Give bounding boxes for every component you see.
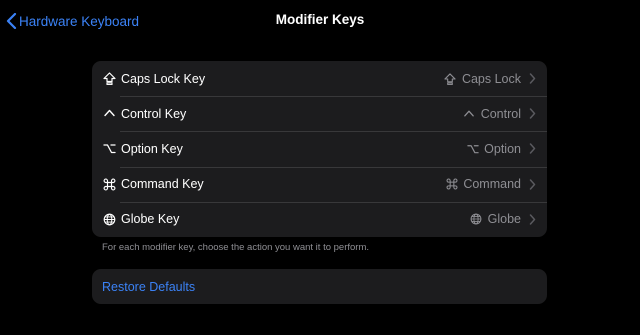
- navigation-bar: Hardware Keyboard Modifier Keys: [0, 0, 640, 42]
- row-label: Command Key: [121, 177, 204, 192]
- row-label: Option Key: [121, 141, 183, 156]
- row-value: Globe: [487, 212, 521, 227]
- row-option-key[interactable]: Option Key Option: [92, 131, 547, 166]
- caps-lock-icon: [444, 72, 457, 85]
- chevron-right-icon: [529, 73, 536, 84]
- chevron-right-icon: [529, 108, 536, 120]
- row-value: Caps Lock: [461, 71, 521, 86]
- option-icon: [102, 142, 116, 156]
- row-caps-lock-key[interactable]: Caps Lock Key Caps Lock: [92, 61, 547, 96]
- modifier-keys-list: Caps Lock Key Caps Lock Control Key Cont…: [92, 61, 547, 237]
- chevron-right-icon: [529, 214, 536, 225]
- chevron-right-icon: [529, 143, 536, 155]
- caps-lock-icon: [102, 72, 116, 86]
- row-label: Control Key: [121, 106, 187, 121]
- control-icon: [102, 107, 116, 121]
- section-footnote: For each modifier key, choose the action…: [102, 242, 370, 253]
- row-label: Globe Key: [121, 212, 180, 227]
- command-icon: [102, 177, 116, 191]
- row-value: Control: [480, 106, 521, 121]
- page-title: Modifier Keys: [275, 12, 365, 27]
- chevron-right-icon: [529, 178, 536, 190]
- restore-section: Restore Defaults: [92, 269, 547, 304]
- row-command-key[interactable]: Command Key Command: [92, 166, 547, 202]
- globe-icon: [470, 213, 483, 226]
- row-value: Command: [463, 177, 521, 192]
- row-globe-key[interactable]: Globe Key Globe: [92, 201, 547, 237]
- option-icon: [466, 142, 479, 155]
- row-value: Option: [484, 141, 521, 156]
- globe-icon: [102, 212, 116, 226]
- row-label: Caps Lock Key: [121, 71, 206, 86]
- row-control-key[interactable]: Control Key Control: [92, 96, 547, 131]
- command-icon: [445, 178, 458, 191]
- control-icon: [463, 107, 476, 120]
- restore-defaults-button[interactable]: Restore Defaults: [92, 269, 547, 304]
